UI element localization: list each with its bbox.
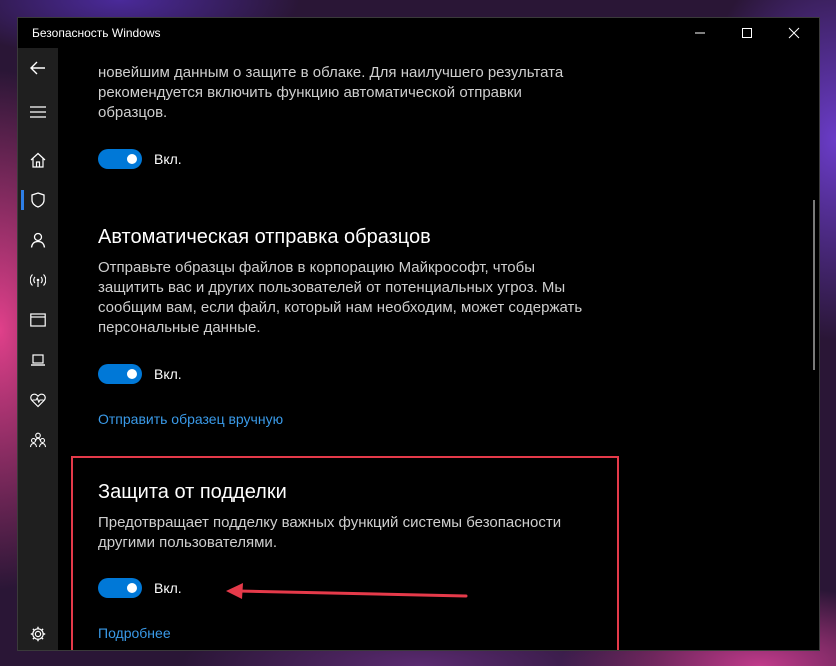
nav-settings[interactable]	[18, 620, 58, 650]
app-window: Безопасность Windows новейшим данным о з…	[17, 17, 820, 651]
device-security-icon	[31, 354, 45, 366]
maximize-icon	[742, 28, 752, 38]
maximize-button[interactable]	[724, 18, 770, 48]
minimize-button[interactable]	[677, 18, 723, 48]
nav-device-security[interactable]	[18, 340, 58, 380]
menu-icon	[30, 106, 46, 118]
app-browser-icon	[30, 313, 46, 327]
account-icon	[30, 232, 46, 248]
shield-icon	[31, 192, 45, 208]
home-icon	[30, 152, 46, 168]
back-button[interactable]	[18, 48, 58, 88]
main-content: новейшим данным о защите в облаке. Для н…	[58, 48, 819, 650]
minimize-icon	[695, 32, 705, 34]
family-icon	[30, 432, 46, 448]
health-icon	[30, 393, 46, 408]
title-bar: Безопасность Windows	[18, 18, 819, 48]
menu-button[interactable]	[18, 92, 58, 132]
nav-family[interactable]	[18, 420, 58, 460]
annotation-arrow-icon	[226, 583, 468, 599]
nav-home[interactable]	[18, 140, 58, 180]
nav-network[interactable]	[18, 260, 58, 300]
close-button[interactable]	[771, 18, 817, 48]
settings-icon	[30, 626, 46, 642]
sidebar	[18, 48, 58, 650]
network-icon	[30, 274, 46, 287]
nav-device-health[interactable]	[18, 380, 58, 420]
close-icon	[788, 27, 800, 39]
nav-virus-protection[interactable]	[18, 180, 58, 220]
back-icon	[30, 61, 45, 75]
nav-app-browser[interactable]	[18, 300, 58, 340]
window-title: Безопасность Windows	[32, 26, 161, 40]
nav-account[interactable]	[18, 220, 58, 260]
